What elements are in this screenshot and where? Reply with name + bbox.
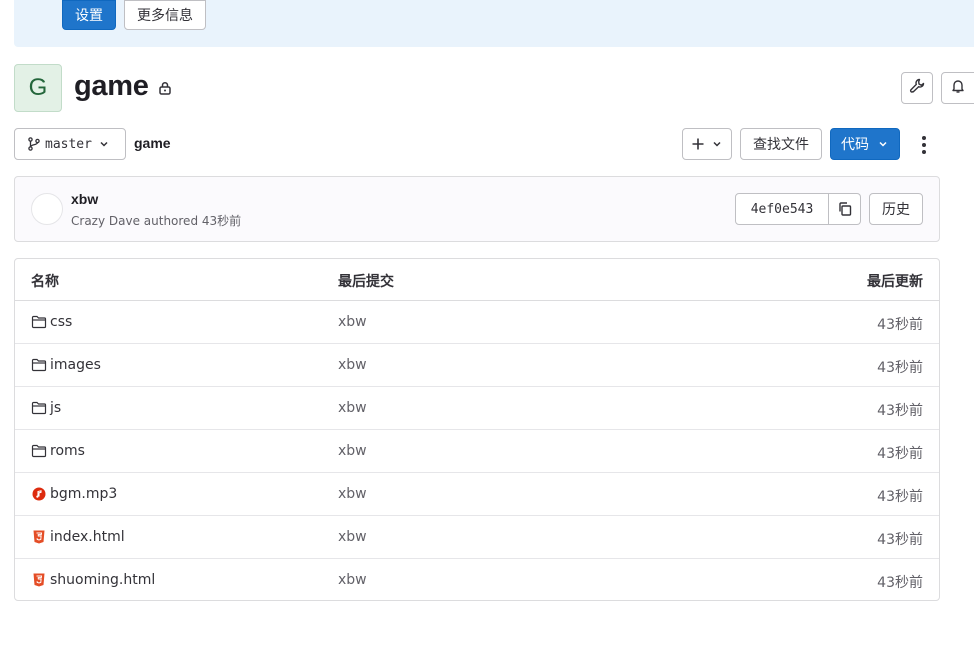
commit-title[interactable]: xbw — [71, 191, 98, 207]
lock-icon — [158, 81, 172, 98]
commit-sha[interactable]: 4ef0e543 — [735, 193, 829, 225]
table-row[interactable]: css xbw 43秒前 — [15, 301, 939, 344]
last-commit-link[interactable]: xbw — [338, 314, 367, 330]
branch-dropdown[interactable]: master — [14, 128, 126, 160]
last-commit-link[interactable]: xbw — [338, 357, 367, 373]
branch-icon — [27, 137, 41, 151]
project-settings-button[interactable] — [901, 72, 933, 104]
history-button[interactable]: 历史 — [869, 193, 923, 225]
last-update-time: 43秒前 — [877, 532, 923, 548]
file-tree-table: 名称 最后提交 最后更新 css xbw 43秒前 images xbw 43秒前 js xb… — [14, 258, 940, 601]
code-dropdown-button[interactable]: 代码 — [830, 128, 900, 160]
folder-icon — [31, 357, 47, 373]
table-header: 名称 最后提交 最后更新 — [15, 259, 939, 301]
file-name-link[interactable]: js — [50, 400, 61, 416]
wrench-icon — [909, 78, 925, 98]
file-name-link[interactable]: css — [50, 314, 72, 330]
table-row[interactable]: bgm.mp3 xbw 43秒前 — [15, 473, 939, 516]
last-commit-panel: xbw Crazy Dave authored 43秒前 4ef0e543 历史 — [14, 176, 940, 242]
settings-button[interactable]: 设置 — [62, 0, 116, 30]
folder-icon — [31, 443, 47, 459]
file-name-link[interactable]: bgm.mp3 — [50, 486, 117, 502]
last-commit-link[interactable]: xbw — [338, 572, 367, 588]
project-title: game — [74, 70, 149, 102]
table-row[interactable]: shuoming.html xbw 43秒前 — [15, 559, 939, 600]
code-button-label: 代码 — [841, 137, 869, 153]
notification-button[interactable] — [941, 72, 974, 104]
last-commit-link[interactable]: xbw — [338, 486, 367, 502]
copy-sha-button[interactable] — [829, 193, 861, 225]
chevron-down-icon — [711, 138, 723, 150]
last-update-time: 43秒前 — [877, 403, 923, 419]
plus-icon — [691, 137, 705, 151]
last-update-time: 43秒前 — [877, 575, 923, 591]
file-rows: css xbw 43秒前 images xbw 43秒前 js xbw 43秒前 roms xbw 4… — [15, 301, 939, 600]
table-row[interactable]: roms xbw 43秒前 — [15, 430, 939, 473]
column-header-last-commit: 最后提交 — [338, 274, 394, 290]
last-commit-link[interactable]: xbw — [338, 400, 367, 416]
commit-author-meta: Crazy Dave authored 43秒前 — [71, 214, 242, 228]
branch-name: master — [45, 136, 92, 152]
breadcrumb[interactable]: game — [134, 135, 171, 151]
more-actions-kebab-icon[interactable] — [914, 134, 934, 156]
table-row[interactable]: js xbw 43秒前 — [15, 387, 939, 430]
html5-icon — [31, 529, 47, 545]
column-header-last-update: 最后更新 — [867, 274, 923, 290]
chevron-down-icon — [98, 138, 110, 150]
last-update-time: 43秒前 — [877, 489, 923, 505]
file-name-link[interactable]: images — [50, 357, 101, 373]
more-info-button[interactable]: 更多信息 — [124, 0, 206, 30]
find-file-button[interactable]: 查找文件 — [740, 128, 822, 160]
add-dropdown-button[interactable] — [682, 128, 732, 160]
avatar[interactable] — [31, 193, 63, 225]
folder-icon — [31, 314, 47, 330]
table-row[interactable]: images xbw 43秒前 — [15, 344, 939, 387]
file-name-link[interactable]: shuoming.html — [50, 572, 155, 588]
last-commit-link[interactable]: xbw — [338, 443, 367, 459]
last-update-time: 43秒前 — [877, 360, 923, 376]
folder-icon — [31, 400, 47, 416]
last-update-time: 43秒前 — [877, 317, 923, 333]
bell-icon — [950, 78, 966, 98]
project-avatar[interactable]: G — [14, 64, 62, 112]
table-row[interactable]: index.html xbw 43秒前 — [15, 516, 939, 559]
last-update-time: 43秒前 — [877, 446, 923, 462]
file-name-link[interactable]: roms — [50, 443, 85, 459]
audio-file-icon — [31, 486, 47, 502]
column-header-name: 名称 — [31, 274, 59, 290]
file-name-link[interactable]: index.html — [50, 529, 125, 545]
html5-icon — [31, 572, 47, 588]
commit-sha-group: 4ef0e543 — [735, 193, 861, 225]
copy-icon — [837, 201, 853, 217]
last-commit-link[interactable]: xbw — [338, 529, 367, 545]
chevron-down-icon — [877, 138, 889, 150]
